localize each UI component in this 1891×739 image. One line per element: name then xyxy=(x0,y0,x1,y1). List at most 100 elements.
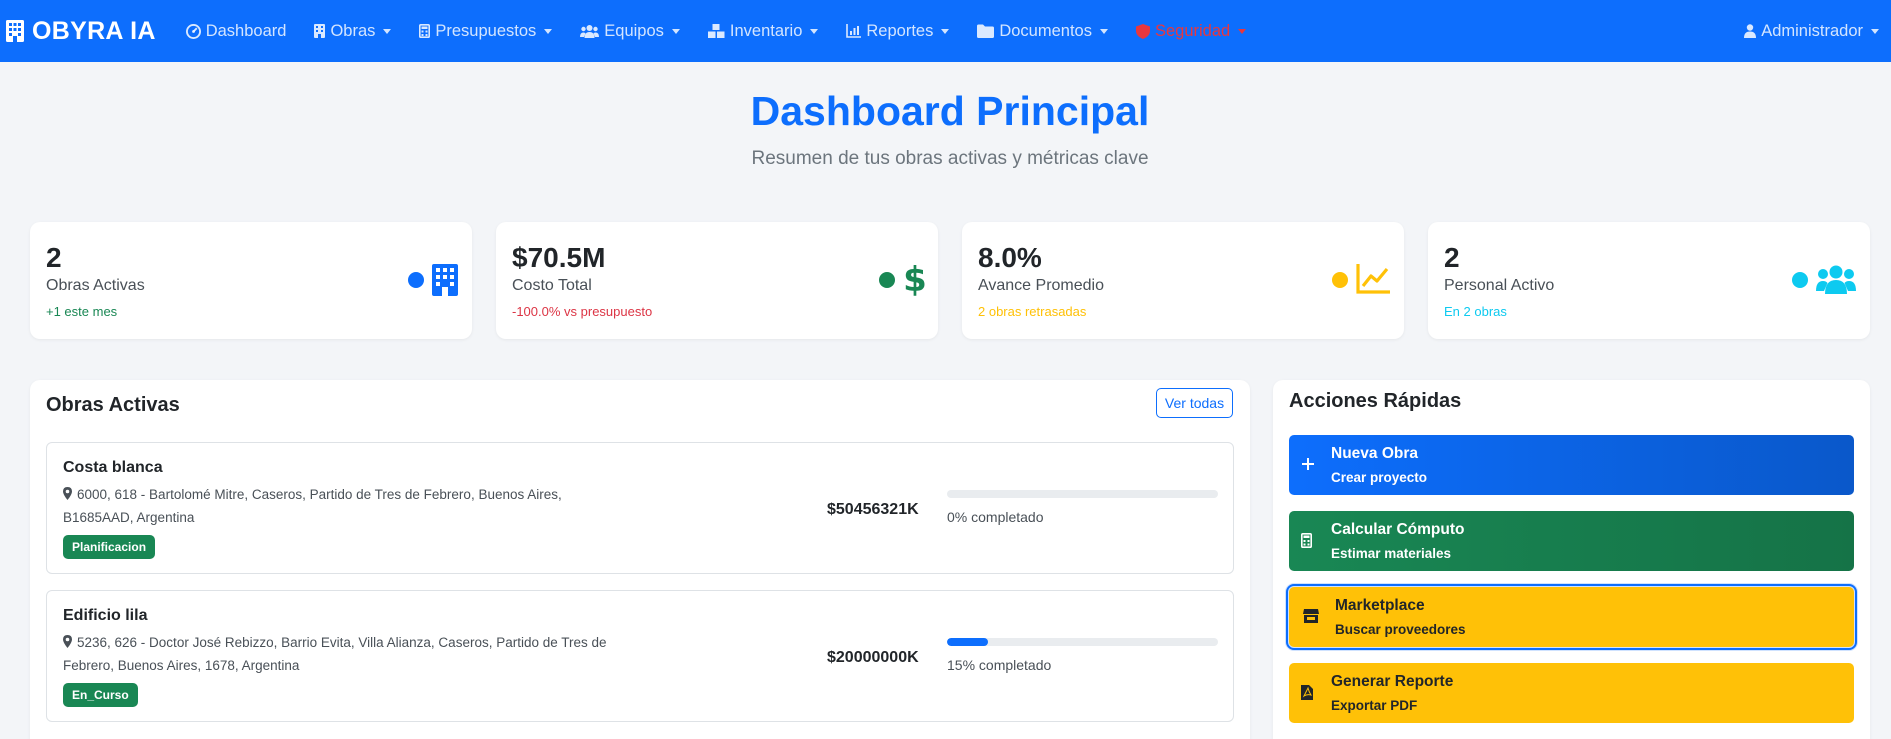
progress-bar xyxy=(947,638,1218,646)
nav-label: Dashboard xyxy=(205,21,287,40)
panel-title: Obras Activas xyxy=(46,394,180,416)
status-dot xyxy=(1332,272,1348,288)
brand[interactable]: OBYRA IA xyxy=(6,0,156,62)
kpi-card-personal-activo: 2 Personal Activo En 2 obras xyxy=(1428,222,1870,339)
view-all-button[interactable]: Ver todas xyxy=(1156,388,1233,418)
obras-activas-panel: Obras Activas Ver todas Costa blanca 600… xyxy=(30,380,1250,739)
kpi-card-avance-promedio: 8.0% Avance Promedio 2 obras retrasadas xyxy=(962,222,1404,339)
chevron-down-icon xyxy=(544,28,553,34)
obra-address-text: 5236, 626 - Doctor José Rebizzo, Barrio … xyxy=(63,635,607,673)
action-title: Generar Reporte xyxy=(1331,673,1454,690)
obra-address: 6000, 618 - Bartolomé Mitre, Caseros, Pa… xyxy=(63,483,623,529)
nav-label: Reportes xyxy=(866,21,934,40)
acciones-rapidas-panel: Acciones Rápidas Nueva Obra Crear proyec… xyxy=(1273,380,1870,739)
building-icon xyxy=(314,24,326,38)
action-subtitle: Estimar materiales xyxy=(1331,546,1452,561)
kpi-card-costo-total: $70.5M Costo Total -100.0% vs presupuest… xyxy=(496,222,938,339)
kpi-label: Costo Total xyxy=(512,277,592,294)
status-badge: Planificacion xyxy=(63,535,156,559)
action-title: Marketplace xyxy=(1335,597,1425,614)
dashboard-icon xyxy=(185,23,201,39)
obra-name: Costa blanca xyxy=(63,459,163,476)
calcular-computo-button[interactable]: Calcular Cómputo Estimar materiales xyxy=(1289,511,1854,571)
action-subtitle: Exportar PDF xyxy=(1331,698,1418,713)
kpi-label: Personal Activo xyxy=(1444,277,1555,294)
kpi-subtext: +1 este mes xyxy=(46,304,118,319)
nav-label: Presupuestos xyxy=(435,21,537,40)
nav-item-reportes[interactable]: Reportes xyxy=(846,21,950,41)
progress-fill xyxy=(947,638,988,646)
kpi-value: $70.5M xyxy=(512,242,606,273)
nav-item-equipos[interactable]: Equipos xyxy=(580,22,680,41)
boxes-icon xyxy=(707,24,725,38)
obra-name: Edificio lila xyxy=(63,607,148,624)
chevron-down-icon xyxy=(941,28,950,34)
generar-reporte-button[interactable]: Generar Reporte Exportar PDF xyxy=(1289,663,1854,723)
page-subtitle: Resumen de tus obras activas y métricas … xyxy=(751,148,1149,169)
plus-icon xyxy=(1302,458,1314,470)
progress-text: 0% completado xyxy=(947,509,1044,525)
obra-cost: $50456321K xyxy=(827,501,919,518)
action-subtitle: Buscar proveedores xyxy=(1335,622,1466,637)
map-pin-icon xyxy=(63,487,72,500)
folder-icon xyxy=(977,24,995,38)
chevron-down-icon xyxy=(810,28,819,34)
chevron-down-icon xyxy=(383,28,392,34)
map-pin-icon xyxy=(63,635,72,648)
status-dot xyxy=(408,272,424,288)
shield-icon xyxy=(1135,23,1150,39)
nav-item-documentos[interactable]: Documentos xyxy=(977,22,1108,41)
kpi-label: Obras Activas xyxy=(46,277,145,294)
panel-title: Acciones Rápidas xyxy=(1289,390,1462,412)
progress-text: 15% completado xyxy=(947,657,1052,673)
svg-text:$: $ xyxy=(904,260,926,296)
chevron-down-icon xyxy=(1099,28,1108,34)
kpi-subtext: En 2 obras xyxy=(1444,304,1507,319)
brand-name: OBYRA IA xyxy=(32,16,156,45)
chevron-down-icon xyxy=(1238,28,1247,34)
nav-label: Equipos xyxy=(604,21,664,40)
action-title: Nueva Obra xyxy=(1331,445,1419,462)
nav-label: Inventario xyxy=(729,21,803,40)
nav-label: Obras xyxy=(330,21,376,40)
top-navbar: OBYRA IA Dashboard Obras Presupuestos Eq… xyxy=(0,0,1891,62)
chart-icon xyxy=(846,24,862,38)
obra-cost: $20000000K xyxy=(827,649,919,666)
user-name: Administrador xyxy=(1761,21,1863,40)
nav-menu: Dashboard Obras Presupuestos Equipos Inv… xyxy=(185,0,1275,62)
page-title: Dashboard Principal xyxy=(750,88,1150,134)
nueva-obra-button[interactable]: Nueva Obra Crear proyecto xyxy=(1289,435,1854,495)
nav-label: Documentos xyxy=(999,21,1092,40)
status-dot xyxy=(879,272,895,288)
kpi-label: Avance Promedio xyxy=(978,277,1104,294)
user-menu[interactable]: Administrador xyxy=(1744,0,1879,62)
kpi-card-obras-activas: 2 Obras Activas +1 este mes xyxy=(30,222,472,339)
users-icon xyxy=(1816,265,1856,294)
marketplace-button[interactable]: Marketplace Buscar proveedores xyxy=(1286,584,1857,650)
kpi-value: 2 xyxy=(46,242,62,273)
kpi-value: 8.0% xyxy=(978,242,1042,273)
user-icon xyxy=(1744,24,1757,38)
nav-item-seguridad[interactable]: Seguridad xyxy=(1135,21,1247,41)
action-title: Calcular Cómputo xyxy=(1331,521,1465,538)
obra-card[interactable]: Costa blanca 6000, 618 - Bartolomé Mitre… xyxy=(46,442,1234,574)
nav-item-obras[interactable]: Obras xyxy=(314,21,392,41)
obra-address-text: 6000, 618 - Bartolomé Mitre, Caseros, Pa… xyxy=(63,487,562,525)
action-subtitle: Crear proyecto xyxy=(1331,470,1428,485)
building-icon xyxy=(6,20,24,42)
chevron-down-icon xyxy=(671,28,680,34)
store-icon xyxy=(1303,609,1319,623)
nav-label: Seguridad xyxy=(1154,21,1231,40)
calculator-icon xyxy=(419,24,431,38)
status-badge: En_Curso xyxy=(63,683,138,707)
obra-card[interactable]: Edificio lila 5236, 626 - Doctor José Re… xyxy=(46,590,1234,722)
calculator-icon xyxy=(1301,533,1312,548)
nav-item-dashboard[interactable]: Dashboard xyxy=(185,21,287,41)
dollar-icon: $ xyxy=(904,260,926,296)
kpi-value: 2 xyxy=(1444,242,1460,273)
nav-item-inventario[interactable]: Inventario xyxy=(707,21,819,41)
building-icon xyxy=(432,264,458,296)
nav-item-presupuestos[interactable]: Presupuestos xyxy=(419,21,553,41)
kpi-subtext: 2 obras retrasadas xyxy=(978,304,1087,319)
users-icon xyxy=(580,25,600,38)
